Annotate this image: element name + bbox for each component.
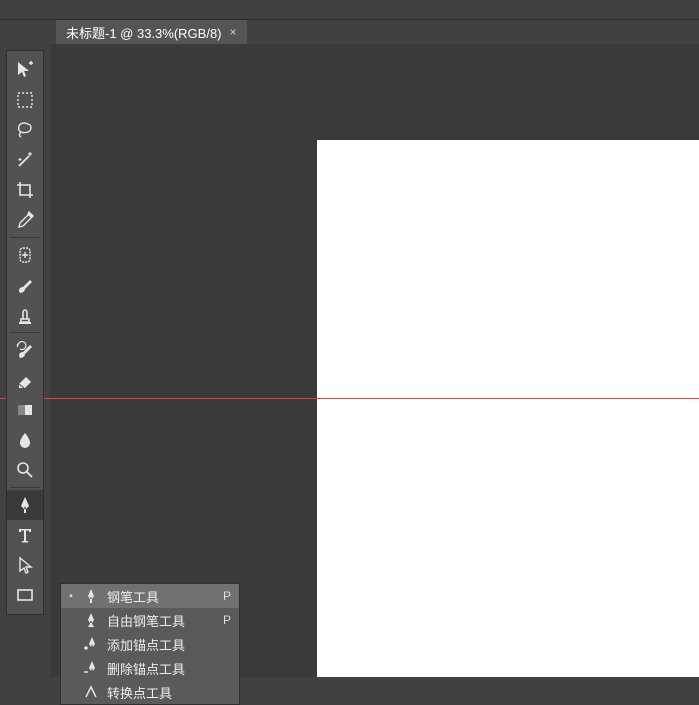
eyedropper-tool[interactable]: [7, 205, 43, 235]
toolbox-divider: [10, 487, 40, 488]
delete-anchor-icon: [83, 660, 99, 676]
convert-point-icon: [83, 684, 99, 700]
eraser-tool[interactable]: [7, 365, 43, 395]
document-tab-bar: 未标题-1 @ 33.3%(RGB/8) ×: [0, 20, 699, 44]
pen-tool[interactable]: [7, 490, 43, 520]
pen-icon: [83, 588, 99, 604]
horizontal-guide[interactable]: [0, 398, 699, 399]
menu-label: 删除锚点工具: [107, 659, 223, 678]
close-icon[interactable]: ×: [230, 25, 237, 39]
lasso-tool[interactable]: [7, 115, 43, 145]
menu-label: 转换点工具: [107, 683, 223, 702]
menu-item-add-anchor-tool[interactable]: 添加锚点工具: [61, 632, 239, 656]
blur-tool[interactable]: [7, 425, 43, 455]
add-anchor-icon: [83, 636, 99, 652]
menu-shortcut: P: [223, 613, 231, 627]
gradient-tool[interactable]: [7, 395, 43, 425]
menu-item-convert-point-tool[interactable]: 转换点工具: [61, 680, 239, 704]
toolbox-divider: [10, 332, 40, 333]
menu-item-pen-tool[interactable]: ▪ 钢笔工具 P: [61, 584, 239, 608]
type-tool[interactable]: [7, 520, 43, 550]
app-menu-strip: [0, 0, 699, 20]
marquee-tool[interactable]: [7, 85, 43, 115]
toolbox-divider: [10, 237, 40, 238]
healing-brush-tool[interactable]: [7, 240, 43, 270]
brush-tool[interactable]: [7, 270, 43, 300]
pen-tool-flyout-menu: ▪ 钢笔工具 P 自由钢笔工具 P 添加锚点工具: [60, 583, 240, 705]
menu-item-delete-anchor-tool[interactable]: 删除锚点工具: [61, 656, 239, 680]
active-indicator: ▪: [67, 591, 75, 602]
rectangle-tool[interactable]: [7, 580, 43, 610]
crop-tool[interactable]: [7, 175, 43, 205]
document-tab[interactable]: 未标题-1 @ 33.3%(RGB/8) ×: [56, 20, 247, 44]
magic-wand-tool[interactable]: [7, 145, 43, 175]
history-brush-tool[interactable]: [7, 335, 43, 365]
dodge-tool[interactable]: [7, 455, 43, 485]
menu-shortcut: P: [223, 589, 231, 603]
menu-label: 钢笔工具: [107, 587, 215, 606]
workspace: ▪ 钢笔工具 P 自由钢笔工具 P 添加锚点工具: [0, 44, 699, 677]
menu-label: 自由钢笔工具: [107, 611, 215, 630]
document-tab-title: 未标题-1 @ 33.3%(RGB/8): [66, 23, 222, 42]
move-tool[interactable]: [7, 55, 43, 85]
clone-stamp-tool[interactable]: [7, 300, 43, 330]
menu-item-freeform-pen-tool[interactable]: 自由钢笔工具 P: [61, 608, 239, 632]
toolbox: [6, 50, 44, 615]
freeform-pen-icon: [83, 612, 99, 628]
document-canvas[interactable]: [317, 140, 699, 677]
menu-label: 添加锚点工具: [107, 635, 223, 654]
path-selection-tool[interactable]: [7, 550, 43, 580]
